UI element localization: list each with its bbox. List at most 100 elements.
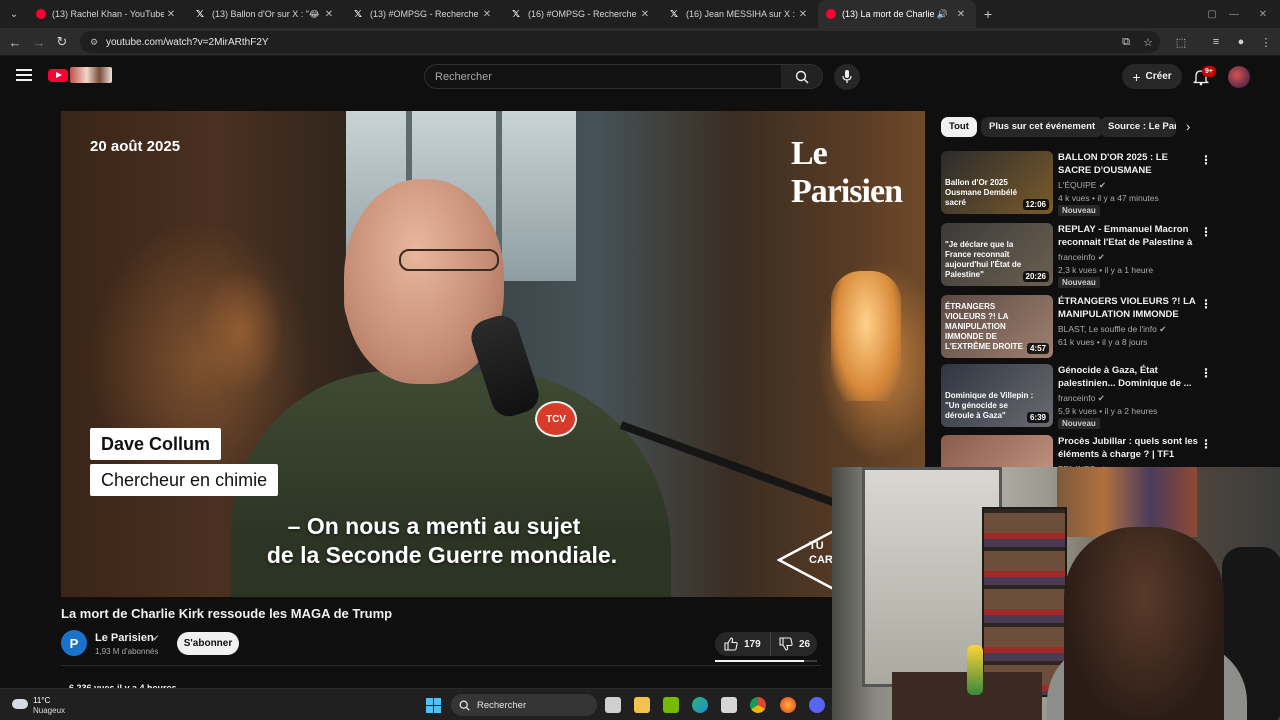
close-tab-icon[interactable]: ✕: [480, 9, 494, 20]
more-options-icon[interactable]: ⋮: [1200, 153, 1212, 167]
cast-icon[interactable]: ⧉: [1117, 33, 1135, 51]
address-bar[interactable]: ⚙ youtube.com/watch?v=2MirARthF2Y: [80, 31, 1160, 53]
close-window-icon[interactable]: ✕: [1248, 0, 1278, 28]
recommendation-channel-name: L'ÉQUIPE: [1058, 180, 1097, 190]
verified-badge-icon: ✔: [1097, 252, 1105, 262]
search-button[interactable]: [781, 64, 823, 89]
nvidia-icon[interactable]: [663, 697, 679, 713]
subscribe-button[interactable]: S'abonner: [177, 632, 239, 655]
recommendation-title[interactable]: ÉTRANGERS VIOLEURS ?! LA MANIPULATION IM…: [1058, 295, 1198, 321]
close-tab-icon[interactable]: ✕: [796, 9, 810, 20]
like-button[interactable]: 179: [715, 632, 771, 656]
account-avatar[interactable]: [1228, 66, 1250, 88]
recommendation-title[interactable]: REPLAY - Emmanuel Macron reconnait l'Eta…: [1058, 223, 1198, 249]
weather-temperature[interactable]: 11°C: [33, 696, 50, 705]
reading-list-icon[interactable]: ≡: [1207, 33, 1225, 51]
minimize-icon[interactable]: —: [1219, 0, 1249, 28]
thumbnail-text: Dominique de Villepin : "Un génocide se …: [945, 391, 1034, 420]
recommendation-channel[interactable]: BLAST, Le souffle de l'info ✔: [1058, 324, 1166, 335]
more-options-icon[interactable]: ⋮: [1200, 437, 1212, 451]
cloud-icon[interactable]: [12, 699, 28, 709]
video-thumbnail[interactable]: Dominique de Villepin : "Un génocide se …: [941, 364, 1053, 427]
video-player[interactable]: TCV 20 août 2025 Le Parisien Dave Collum…: [61, 111, 925, 597]
profile-icon[interactable]: ●: [1232, 33, 1250, 51]
chip-source[interactable]: Source : Le Parisien: [1100, 117, 1176, 137]
edge-icon[interactable]: [692, 697, 708, 713]
browser-tab[interactable]: 𝕏 (13) #OMPSG - Recherche / X ✕: [344, 0, 502, 28]
new-tab-button[interactable]: +: [976, 6, 1000, 22]
video-thumbnail[interactable]: "Je déclare que la France reconnaît aujo…: [941, 223, 1053, 286]
webcam-bookshelf: [982, 507, 1067, 697]
extensions-icon[interactable]: ⬚: [1172, 33, 1190, 51]
recommendation-item[interactable]: "Je déclare que la France reconnaît aujo…: [941, 223, 1212, 289]
close-tab-icon[interactable]: ✕: [954, 9, 968, 20]
browser-tab-active[interactable]: (13) La mort de Charlie Kirk🔊 ✕: [818, 0, 976, 28]
recommendation-title[interactable]: Génocide à Gaza, État palestinien... Dom…: [1058, 364, 1198, 390]
more-menu-icon[interactable]: ⋮: [1257, 33, 1275, 51]
browser-tab[interactable]: (13) Rachel Khan - YouTube ✕: [28, 0, 186, 28]
weather-description[interactable]: Nuageux: [33, 706, 65, 715]
search-input[interactable]: Rechercher: [424, 64, 782, 89]
back-arrow-icon[interactable]: ←: [5, 32, 25, 52]
tab-label: (13) #OMPSG - Recherche / X: [370, 9, 480, 19]
forward-arrow-icon[interactable]: →: [29, 32, 49, 52]
like-dislike-group: 179 26: [715, 632, 817, 656]
video-thumbnail[interactable]: ÉTRANGERS VIOLEURS ?! LA MANIPULATION IM…: [941, 295, 1053, 358]
recommendation-channel-name: franceinfo: [1058, 252, 1096, 262]
channel-name[interactable]: Le Parisien: [95, 632, 154, 644]
recommendation-item[interactable]: ÉTRANGERS VIOLEURS ?! LA MANIPULATION IM…: [941, 295, 1212, 361]
chip-more-on-event[interactable]: Plus sur cet événement: [981, 117, 1104, 137]
microphone-logo: TCV: [535, 401, 577, 437]
close-tab-icon[interactable]: ✕: [638, 9, 652, 20]
youtube-doodle[interactable]: [70, 67, 112, 83]
recommendation-title[interactable]: Procès Jubillar : quels sont les élément…: [1058, 435, 1198, 461]
tab-search-icon[interactable]: ⌄: [0, 0, 28, 28]
recommendation-channel[interactable]: L'ÉQUIPE ✔: [1058, 180, 1106, 191]
channel-avatar[interactable]: P: [61, 630, 87, 656]
new-badge: Nouveau: [1058, 205, 1100, 216]
voice-search-button[interactable]: [834, 64, 860, 90]
close-tab-icon[interactable]: ✕: [164, 9, 178, 20]
recommendation-title[interactable]: BALLON D'OR 2025 : LE SACRE D'OUSMANE DE…: [1058, 151, 1198, 177]
windows-taskbar: 11°C Nuageux Rechercher: [0, 688, 832, 720]
chevron-right-icon[interactable]: ›: [1186, 119, 1190, 134]
video-scene-lamp: [831, 271, 901, 401]
more-options-icon[interactable]: ⋮: [1200, 297, 1212, 311]
chrome-icon[interactable]: [750, 697, 766, 713]
hamburger-menu-icon[interactable]: [14, 66, 34, 86]
browser-tab[interactable]: 𝕏 (16) #OMPSG - Recherche / X ✕: [502, 0, 660, 28]
firefox-icon[interactable]: [780, 697, 796, 713]
taskbar-search[interactable]: Rechercher: [451, 694, 597, 716]
dislike-button[interactable]: 26: [771, 632, 810, 656]
speaker-icon[interactable]: 🔊: [937, 9, 948, 20]
windows-start-icon[interactable]: [426, 698, 441, 713]
store-icon[interactable]: [721, 697, 737, 713]
browser-tab[interactable]: 𝕏 (16) Jean MESSIHA sur X : "🇫🇷🔔✕: [660, 0, 818, 28]
overlay-corner-text: TU CAR: [809, 539, 833, 567]
recommendation-channel[interactable]: franceinfo ✔: [1058, 252, 1105, 263]
browser-tab[interactable]: 𝕏 (13) Ballon d'Or sur X : "😂 #ba✕: [186, 0, 344, 28]
more-options-icon[interactable]: ⋮: [1200, 366, 1212, 380]
file-explorer-icon[interactable]: [634, 697, 650, 713]
site-info-icon[interactable]: ⚙: [86, 34, 102, 50]
overlay-brand-logo: Le Parisien: [791, 135, 903, 210]
discord-icon[interactable]: [809, 697, 825, 713]
like-count: 179: [744, 638, 761, 650]
recommendation-channel[interactable]: franceinfo ✔: [1058, 393, 1105, 404]
task-view-icon[interactable]: [605, 697, 621, 713]
notification-badge: 9+: [1202, 66, 1216, 77]
more-options-icon[interactable]: ⋮: [1200, 225, 1212, 239]
video-thumbnail[interactable]: Ballon d'Or 2025 Ousmane Dembélé sacré 12…: [941, 151, 1053, 214]
recommendation-item[interactable]: Dominique de Villepin : "Un génocide se …: [941, 364, 1212, 430]
youtube-icon: [826, 9, 836, 19]
chip-all[interactable]: Tout: [941, 117, 977, 137]
recommendation-item[interactable]: Ballon d'Or 2025 Ousmane Dembélé sacré 12…: [941, 151, 1212, 217]
youtube-logo[interactable]: [48, 69, 68, 82]
bookmark-star-icon[interactable]: ☆: [1139, 33, 1157, 51]
webcam-overlay: [832, 467, 1280, 720]
subscriber-count: 1,93 M d'abonnés: [95, 647, 159, 656]
verified-badge-icon: ✔: [1159, 324, 1167, 334]
close-tab-icon[interactable]: ✕: [322, 9, 336, 20]
create-button[interactable]: + Créer: [1122, 64, 1182, 89]
reload-icon[interactable]: ↻: [52, 32, 72, 52]
